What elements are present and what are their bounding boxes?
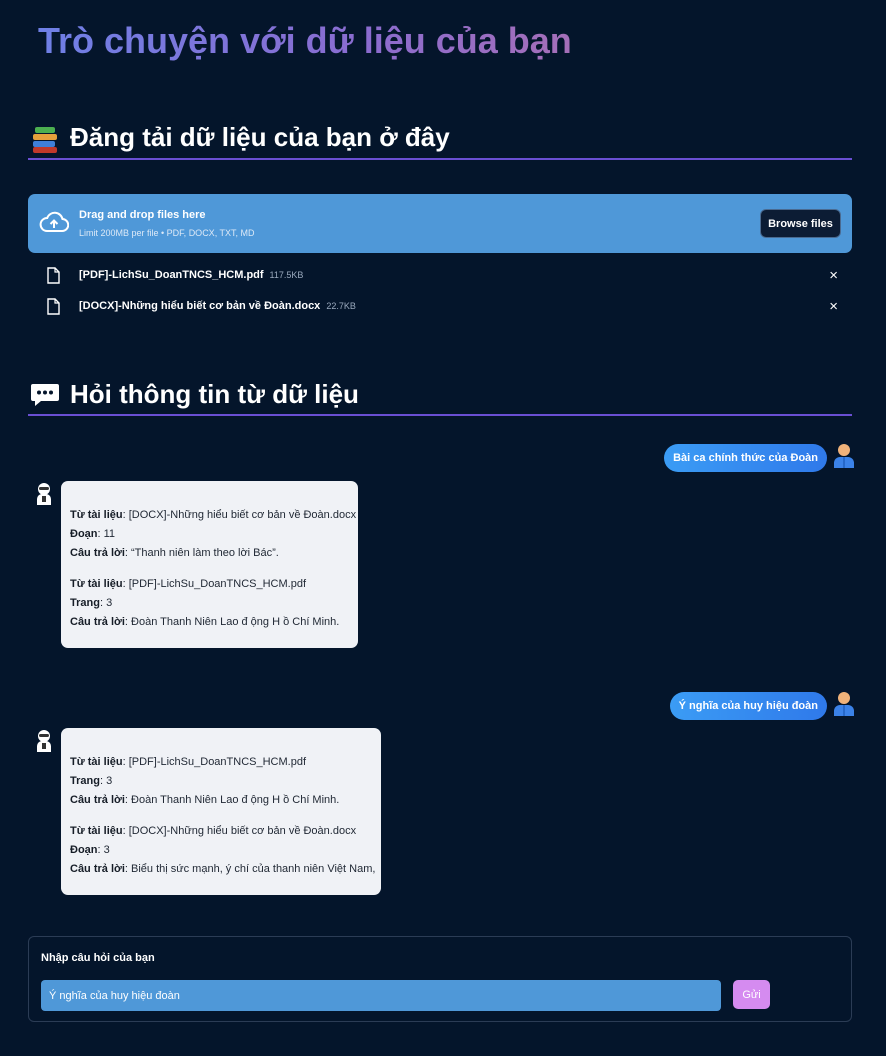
file-dropzone[interactable]: Drag and drop files here Limit 200MB per… (28, 194, 852, 253)
answer-label: Câu trả lời (70, 547, 125, 559)
bot-avatar-icon (37, 730, 51, 752)
source-label: Từ tài liệu (70, 578, 123, 590)
file-size: 117.5KB (269, 270, 304, 280)
location-value: 3 (103, 844, 110, 856)
location-label: Đoạn (70, 844, 98, 856)
location-label: Trang (70, 597, 100, 609)
chat-section-title-text: Hỏi thông tin từ dữ liệu (70, 379, 359, 409)
user-message: Bài ca chính thức của Đoàn (664, 444, 827, 472)
user-avatar-icon (834, 444, 854, 468)
source-value: [PDF]-LichSu_DoanTNCS_HCM.pdf (128, 578, 307, 590)
books-icon (30, 123, 60, 153)
source-label: Từ tài liệu (70, 825, 123, 837)
location-value: 3 (106, 775, 113, 787)
source-label: Từ tài liệu (70, 756, 123, 768)
file-size: 22.7KB (326, 301, 356, 311)
source-value: [DOCX]-Những hiểu biết cơ bản về Đoàn.do… (128, 825, 357, 837)
upload-section-title-text: Đăng tải dữ liệu của bạn ở đây (70, 122, 450, 152)
location-value: 11 (103, 528, 116, 540)
location-label: Đoạn (70, 528, 98, 540)
speech-bubble-icon (30, 380, 60, 410)
chat-section-title: Hỏi thông tin từ dữ liệu (30, 379, 359, 410)
assistant-message: Từ tài liệu: [PDF]-LichSu_DoanTNCS_HCM.p… (61, 728, 381, 895)
file-name: [DOCX]-Những hiểu biết cơ bản về Đoàn.do… (79, 300, 321, 312)
remove-file-button[interactable]: × (829, 266, 838, 286)
location-value: 3 (106, 597, 113, 609)
answer-value: Đoàn Thanh Niên Lao đ ộng H ồ Chí Minh. (131, 794, 340, 806)
source-label: Từ tài liệu (70, 509, 123, 521)
location-label: Trang (70, 775, 100, 787)
browse-files-button[interactable]: Browse files (760, 209, 841, 238)
question-input[interactable]: Ý nghĩa của huy hiệu đoàn (41, 980, 721, 1011)
answer-value: Đoàn Thanh Niên Lao đ ộng H ồ Chí Minh. (131, 616, 340, 628)
answer-value: “Thanh niên làm theo lời Bác”. (131, 547, 279, 559)
chat-divider (28, 414, 852, 416)
send-button[interactable]: Gửi (733, 980, 770, 1009)
file-icon (47, 267, 60, 284)
upload-divider (28, 158, 852, 160)
dropzone-main-text: Drag and drop files here (79, 209, 206, 221)
answer-label: Câu trả lời (70, 794, 125, 806)
answer-label: Câu trả lời (70, 863, 125, 875)
user-avatar-icon (834, 692, 854, 716)
dropzone-limit-text: Limit 200MB per file • PDF, DOCX, TXT, M… (79, 228, 255, 238)
file-name: [PDF]-LichSu_DoanTNCS_HCM.pdf (79, 269, 264, 281)
remove-file-button[interactable]: × (829, 297, 838, 317)
question-form: Nhập câu hỏi của bạn Ý nghĩa của huy hiệ… (28, 936, 852, 1022)
app-title: Trò chuyện với dữ liệu của bạn (38, 20, 572, 61)
answer-label: Câu trả lời (70, 616, 125, 628)
user-message: Ý nghĩa của huy hiệu đoàn (669, 692, 827, 720)
source-value: [PDF]-LichSu_DoanTNCS_HCM.pdf (128, 756, 307, 768)
upload-section-title: Đăng tải dữ liệu của bạn ở đây (30, 122, 450, 153)
answer-value: Biểu thị sức mạnh, ý chí của thanh niên … (131, 863, 376, 875)
assistant-message: Từ tài liệu: [DOCX]-Những hiểu biết cơ b… (61, 481, 358, 648)
file-icon (47, 298, 60, 315)
uploaded-file-item: [PDF]-LichSu_DoanTNCS_HCM.pdf 117.5KB × (28, 265, 852, 289)
page: Trò chuyện với dữ liệu của bạn Đăng tải … (0, 0, 886, 1056)
bot-avatar-icon (37, 483, 51, 505)
cloud-upload-icon (39, 211, 69, 232)
uploaded-file-item: [DOCX]-Những hiểu biết cơ bản về Đoàn.do… (28, 296, 852, 320)
question-input-label: Nhập câu hỏi của bạn (41, 952, 155, 964)
source-value: [DOCX]-Những hiểu biết cơ bản về Đoàn.do… (128, 509, 357, 521)
